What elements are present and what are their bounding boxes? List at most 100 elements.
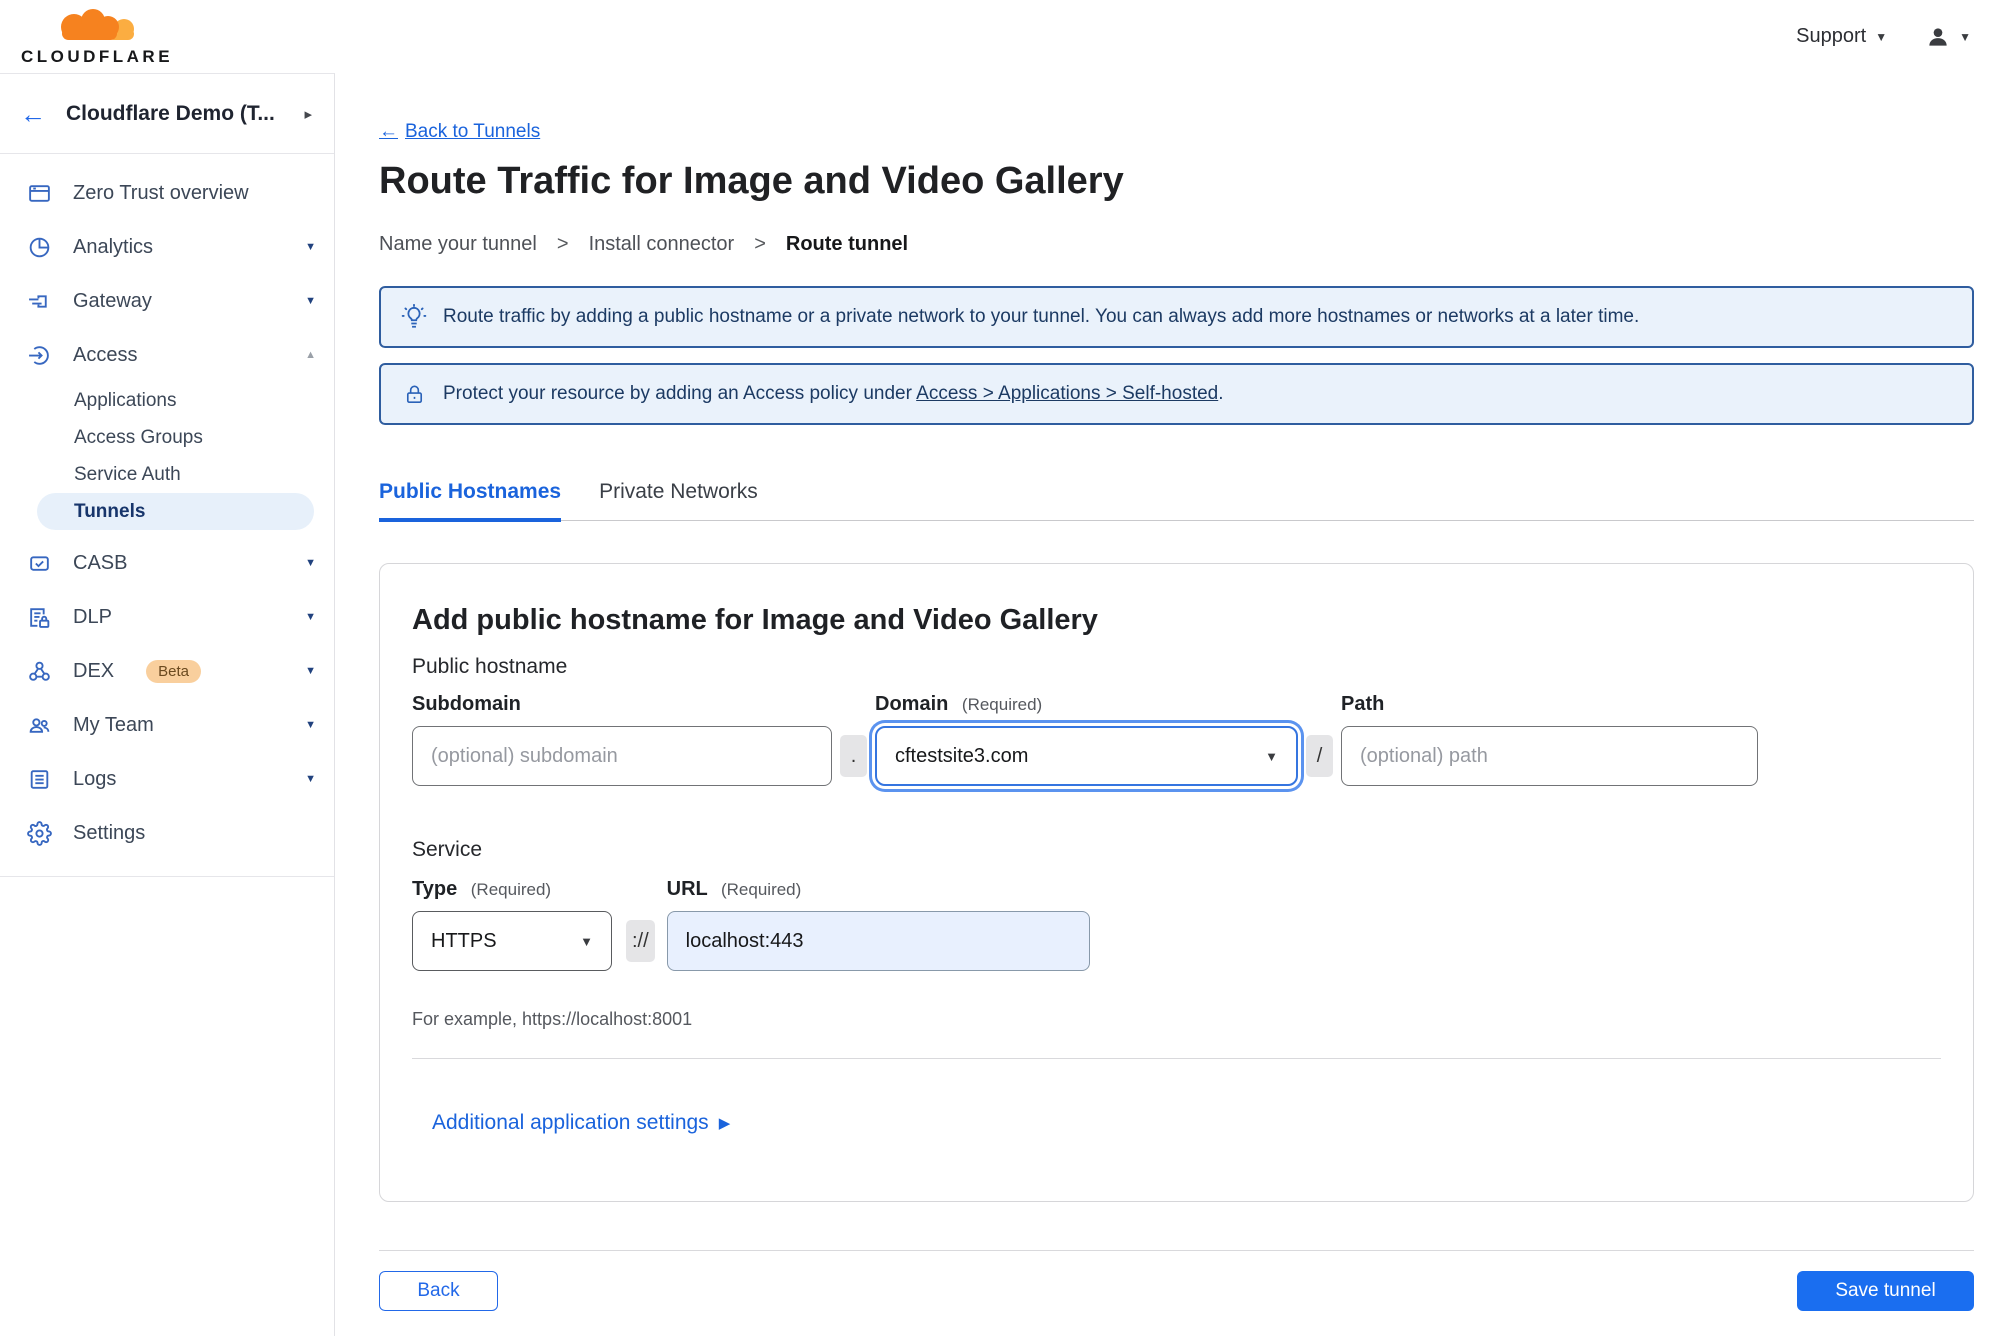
hostname-tabs: Public Hostnames Private Networks [379, 480, 1974, 522]
sidebar-item-gateway[interactable]: Gateway ▼ [0, 274, 334, 328]
sidebar-item-dlp[interactable]: DLP ▼ [0, 590, 334, 644]
hostname-fields-row: Subdomain . Domain (Required) cftestsite… [412, 693, 1941, 786]
back-to-tunnels-link[interactable]: ← Back to Tunnels [379, 121, 540, 143]
domain-select-value: cftestsite3.com [895, 744, 1029, 767]
url-label: URL [666, 878, 708, 900]
sidebar-item-tunnels[interactable]: Tunnels [37, 493, 314, 530]
path-input[interactable] [1341, 726, 1758, 786]
user-account-menu[interactable]: ▼ [1925, 24, 1971, 50]
support-menu[interactable]: Support ▼ [1796, 25, 1887, 48]
chevron-down-icon: ▼ [1875, 29, 1888, 44]
sidebar-item-label: Access Groups [74, 426, 203, 448]
account-switcher: ← Cloudflare Demo (T... ▸ [0, 74, 334, 154]
type-label: Type [412, 878, 458, 900]
service-type-select[interactable]: HTTPS ▼ [412, 911, 612, 971]
additional-settings-label: Additional application settings [432, 1111, 709, 1134]
chevron-down-icon: ▼ [305, 611, 316, 623]
sidebar-item-casb[interactable]: CASB ▼ [0, 536, 334, 590]
document-lock-icon [26, 604, 53, 631]
support-label: Support [1796, 25, 1867, 47]
chevron-down-icon: ▼ [305, 665, 316, 677]
back-button[interactable]: Back [379, 1271, 498, 1311]
protect-banner: Protect your resource by adding an Acces… [379, 363, 1974, 425]
service-section-label: Service [412, 838, 483, 861]
dot-separator: . [840, 735, 867, 777]
back-link-label: Back to Tunnels [405, 121, 541, 142]
chevron-down-icon: ▼ [305, 295, 316, 307]
sidebar-item-label: Analytics [73, 235, 154, 258]
sidebar-nav: Zero Trust overview Analytics ▼ Gateway [0, 154, 334, 877]
sidebar-item-analytics[interactable]: Analytics ▼ [0, 220, 334, 274]
service-type-value: HTTPS [431, 929, 497, 952]
url-example-hint: For example, https://localhost:8001 [412, 1009, 693, 1029]
footer-divider [379, 1250, 1974, 1251]
sidebar-item-settings[interactable]: Settings [0, 806, 334, 860]
type-required-hint: (Required) [470, 880, 552, 899]
back-arrow-icon[interactable]: ← [20, 101, 46, 127]
add-public-hostname-card: Add public hostname for Image and Video … [379, 563, 1974, 1202]
account-name: Cloudflare Demo (T... [66, 101, 275, 125]
casb-check-icon [26, 550, 53, 577]
sidebar-item-label: Access [73, 343, 138, 366]
protect-banner-text: Protect your resource by adding an Acces… [443, 383, 1224, 404]
sidebar-item-label: Settings [73, 821, 146, 844]
tab-private-networks[interactable]: Private Networks [599, 480, 758, 520]
gateway-icon [26, 288, 53, 315]
sidebar-item-zero-trust-overview[interactable]: Zero Trust overview [0, 166, 334, 220]
sidebar-item-dex[interactable]: DEX Beta ▼ [0, 644, 334, 698]
step-name-your-tunnel[interactable]: Name your tunnel [379, 233, 537, 256]
tip-banner-text: Route traffic by adding a public hostnam… [443, 306, 1640, 327]
sidebar-item-applications[interactable]: Applications [0, 382, 334, 419]
tab-public-hostnames[interactable]: Public Hostnames [379, 480, 562, 522]
window-icon [26, 180, 53, 207]
sidebar-item-label: Service Auth [74, 463, 181, 485]
sidebar-item-label: DLP [73, 605, 112, 628]
step-install-connector[interactable]: Install connector [589, 233, 735, 256]
card-divider [412, 1058, 1941, 1059]
chevron-up-icon: ▲ [305, 349, 316, 361]
dropdown-arrow-icon: ▼ [1265, 748, 1278, 764]
lightbulb-icon [401, 304, 427, 330]
access-applications-self-hosted-link[interactable]: Access > Applications > Self-hosted [916, 383, 1218, 404]
domain-label: Domain [875, 693, 949, 715]
subdomain-label: Subdomain [412, 693, 521, 715]
back-arrow-icon: ← [379, 121, 398, 142]
chevron-right-icon[interactable]: ▸ [304, 105, 312, 123]
dropdown-arrow-icon: ▼ [580, 933, 593, 949]
sidebar-item-my-team[interactable]: My Team ▼ [0, 698, 334, 752]
chevron-down-icon: ▼ [305, 719, 316, 731]
service-url-input[interactable] [666, 911, 1090, 971]
additional-application-settings-toggle[interactable]: Additional application settings ▶ [432, 1111, 730, 1135]
step-route-tunnel: Route tunnel [785, 233, 909, 255]
chevron-down-icon: ▼ [1959, 29, 1971, 44]
sidebar-item-label: My Team [73, 713, 154, 736]
save-tunnel-button[interactable]: Save tunnel [1797, 1271, 1974, 1311]
lock-icon [401, 381, 427, 407]
sidebar-item-logs[interactable]: Logs ▼ [0, 752, 334, 806]
sidebar-item-access-groups[interactable]: Access Groups [0, 419, 334, 456]
card-heading: Add public hostname for Image and Video … [412, 604, 1098, 636]
subdomain-input[interactable] [412, 726, 832, 786]
cloudflare-cloud-icon [36, 6, 158, 46]
domain-select[interactable]: cftestsite3.com ▼ [875, 726, 1298, 786]
chevron-down-icon: ▼ [305, 557, 316, 569]
step-separator: > [754, 233, 766, 255]
sidebar-item-access[interactable]: Access ▲ [0, 328, 334, 382]
domain-required-hint: (Required) [961, 695, 1043, 714]
sidebar-item-label: Gateway [73, 289, 152, 312]
sidebar-item-label: CASB [73, 551, 128, 574]
pie-chart-icon [26, 234, 53, 261]
path-label: Path [1341, 693, 1385, 715]
main-content: ← Back to Tunnels Route Traffic for Imag… [335, 73, 1999, 1336]
cloudflare-wordmark: CLOUDFLARE [20, 47, 174, 66]
public-hostname-section-label: Public hostname [412, 655, 568, 678]
tip-banner: Route traffic by adding a public hostnam… [379, 286, 1974, 348]
page-title: Route Traffic for Image and Video Galler… [379, 160, 1124, 202]
chevron-down-icon: ▼ [305, 241, 316, 253]
slash-separator: / [1306, 735, 1333, 777]
sidebar: ← Cloudflare Demo (T... ▸ Zero Trust ove… [0, 73, 335, 1336]
sidebar-item-service-auth[interactable]: Service Auth [0, 456, 334, 493]
scheme-separator: :// [626, 920, 655, 962]
sidebar-item-label: Applications [74, 389, 177, 411]
access-icon [26, 342, 53, 369]
